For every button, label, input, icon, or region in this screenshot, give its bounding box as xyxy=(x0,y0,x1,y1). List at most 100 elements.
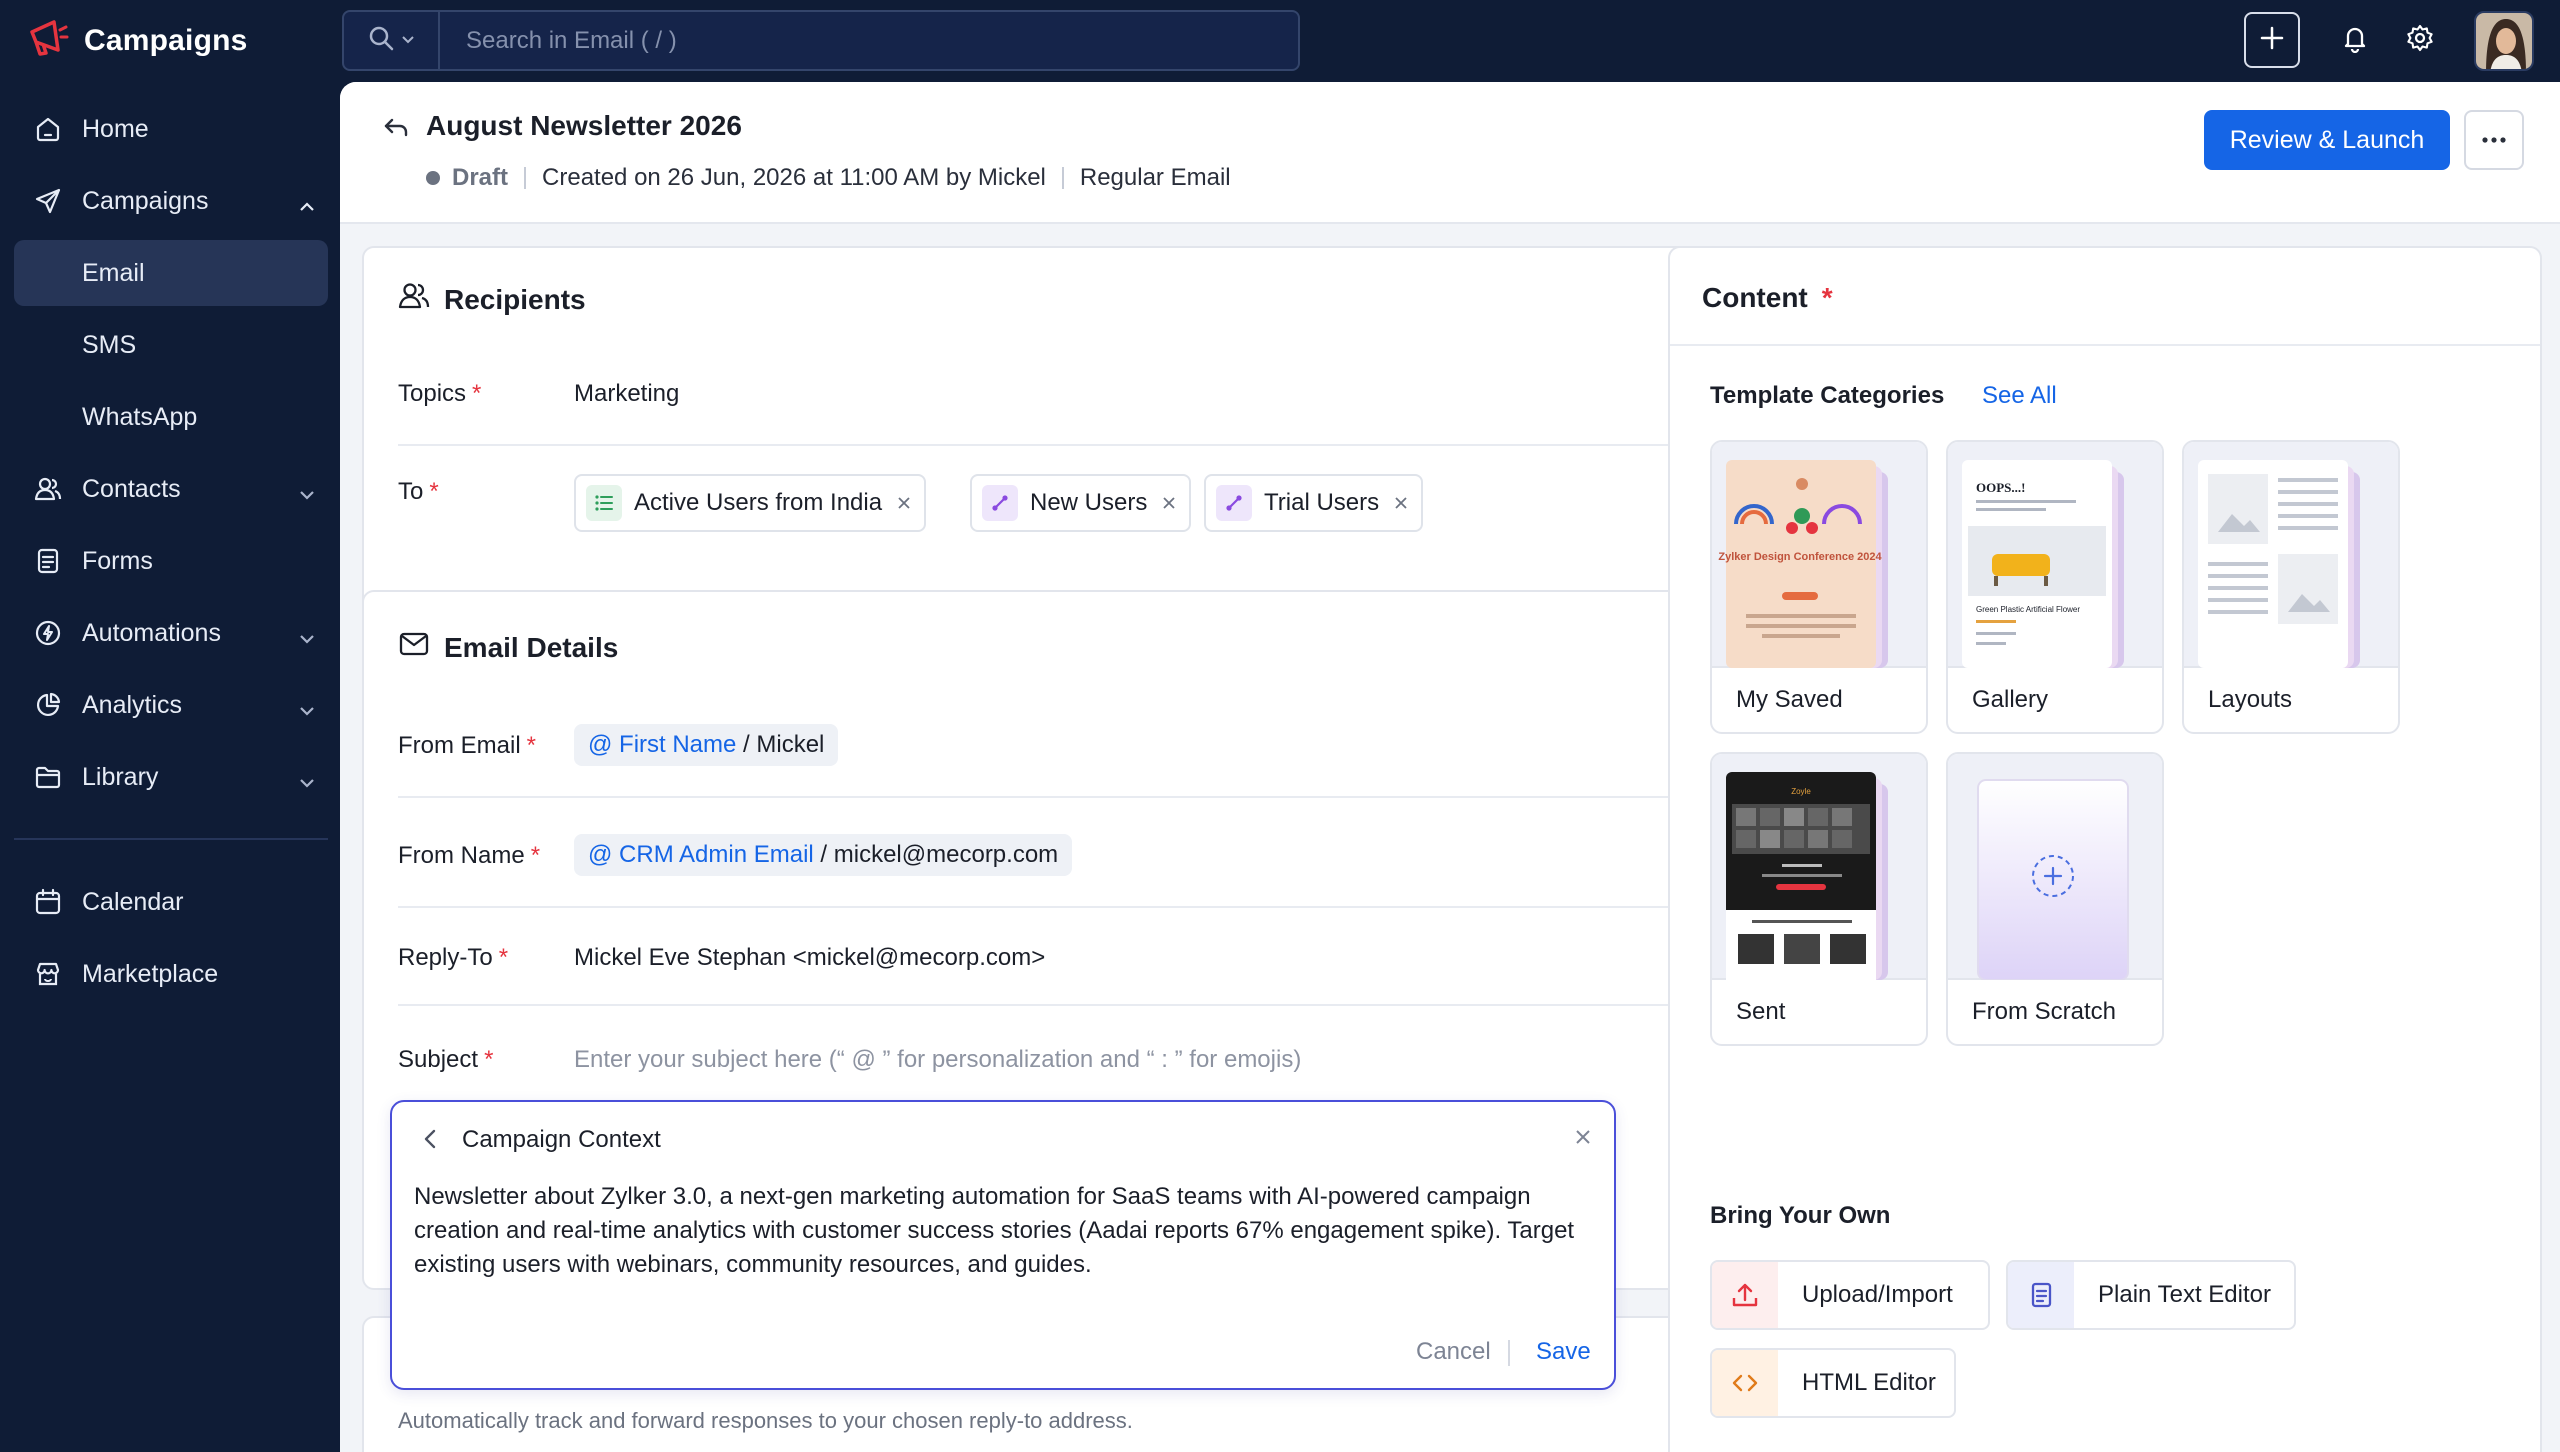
template-thumbnail xyxy=(2184,442,2398,668)
user-avatar[interactable] xyxy=(2474,11,2534,71)
sidebar-item-sms[interactable]: SMS xyxy=(14,312,328,378)
sidebar-divider xyxy=(14,838,328,840)
search-input[interactable] xyxy=(440,12,1298,69)
campaign-context-textarea[interactable]: Newsletter about Zylker 3.0, a next-gen … xyxy=(414,1180,1594,1282)
from-name-label: From Name * xyxy=(398,842,540,870)
sidebar-item-home[interactable]: Home xyxy=(14,96,328,162)
template-label: Sent xyxy=(1736,998,1786,1025)
recipient-chip[interactable]: New Users xyxy=(970,474,1192,532)
subject-input[interactable]: Enter your subject here (“ @ ” for perso… xyxy=(574,1046,1301,1074)
search-scope-dropdown[interactable] xyxy=(344,12,440,69)
required-asterisk: * xyxy=(530,842,541,869)
search-bar xyxy=(342,10,1300,71)
segment-link-icon xyxy=(982,485,1018,521)
recipient-chip-label: Trial Users xyxy=(1264,489,1380,516)
close-icon[interactable] xyxy=(1393,495,1409,511)
sidebar-item-label: Calendar xyxy=(82,887,184,916)
required-asterisk: * xyxy=(1821,282,1833,313)
back-arrow-icon[interactable] xyxy=(380,112,412,149)
create-button[interactable] xyxy=(2244,12,2300,68)
to-label-text: To xyxy=(398,478,424,505)
code-brackets-icon xyxy=(1712,1350,1778,1416)
chevron-up-icon xyxy=(298,191,316,220)
sidebar-item-label: Automations xyxy=(82,618,221,647)
required-asterisk: * xyxy=(429,478,439,505)
sidebar-item-marketplace[interactable]: Marketplace xyxy=(14,941,328,1007)
page-header: August Newsletter 2026 Draft Created on … xyxy=(340,82,2560,224)
chevron-left-icon[interactable] xyxy=(422,1128,438,1155)
sidebar-item-contacts[interactable]: Contacts xyxy=(14,456,328,522)
cancel-button[interactable]: Cancel xyxy=(1416,1338,1491,1366)
chevron-down-icon xyxy=(298,695,316,724)
status-badge: Draft xyxy=(452,164,509,191)
brand[interactable]: Campaigns xyxy=(26,16,248,65)
content-divider xyxy=(1670,344,2540,346)
required-asterisk: * xyxy=(526,732,537,759)
from-email-label-text: From Email xyxy=(398,732,521,759)
store-icon xyxy=(30,960,66,988)
sidebar-item-forms[interactable]: Forms xyxy=(14,528,328,594)
mail-icon xyxy=(398,628,430,667)
save-button[interactable]: Save xyxy=(1536,1338,1591,1366)
thumb-text: Zoyle xyxy=(1791,787,1811,796)
close-icon[interactable] xyxy=(896,495,912,511)
template-thumbnail xyxy=(1948,754,2162,980)
notifications-button[interactable] xyxy=(2327,12,2383,68)
required-asterisk: * xyxy=(498,944,509,971)
bell-icon xyxy=(2340,23,2370,58)
template-label: Layouts xyxy=(2208,686,2293,713)
close-icon[interactable] xyxy=(1161,495,1177,511)
from-name-field[interactable]: @ CRM Admin Email / mickel@mecorp.com xyxy=(574,834,1073,876)
from-name-label-text: From Name xyxy=(398,842,525,869)
reply-to-value[interactable]: Mickel Eve Stephan <mickel@mecorp.com> xyxy=(574,944,1045,972)
topics-value[interactable]: Marketing xyxy=(574,380,679,408)
sidebar-item-label: Email xyxy=(82,258,145,287)
brand-name: Campaigns xyxy=(84,23,248,57)
review-launch-button[interactable]: Review & Launch xyxy=(2204,110,2450,170)
template-gallery[interactable]: OOPS...! Green Plastic Artificial Flower… xyxy=(1946,440,2164,734)
automation-bolt-icon xyxy=(30,619,66,647)
template-sent[interactable]: Zoyle Sent xyxy=(1710,752,1928,1046)
sidebar-item-campaigns[interactable]: Campaigns xyxy=(14,168,328,234)
campaign-type: Regular Email xyxy=(1079,164,1231,191)
byo-label: Upload/Import xyxy=(1802,1281,1953,1308)
users-icon xyxy=(398,280,430,319)
sidebar-item-label: WhatsApp xyxy=(82,402,198,431)
upload-import-button[interactable]: Upload/Import xyxy=(1710,1260,1990,1330)
html-editor-button[interactable]: HTML Editor xyxy=(1710,1348,1956,1418)
more-options-button[interactable] xyxy=(2464,110,2524,170)
template-my-saved[interactable]: Zylker Design Conference 2024 My Saved xyxy=(1710,440,1928,734)
recipient-chip[interactable]: Trial Users xyxy=(1204,474,1424,532)
template-from-scratch[interactable]: From Scratch xyxy=(1946,752,2164,1046)
sidebar-item-calendar[interactable]: Calendar xyxy=(14,869,328,935)
thumb-text: Zylker Design Conference 2024 xyxy=(1718,551,1882,563)
settings-button[interactable] xyxy=(2392,12,2448,68)
recipient-chip[interactable]: Active Users from India xyxy=(574,474,927,532)
plain-text-editor-button[interactable]: Plain Text Editor xyxy=(2006,1260,2296,1330)
sidebar-item-label: SMS xyxy=(82,330,137,359)
close-icon[interactable] xyxy=(1574,1128,1592,1151)
from-email-field[interactable]: @ First Name / Mickel xyxy=(574,724,839,766)
meta-divider xyxy=(524,167,527,189)
sidebar-item-label: Home xyxy=(82,114,149,143)
template-layouts[interactable]: Layouts xyxy=(2182,440,2400,734)
personalization-tag: @ First Name xyxy=(588,731,737,758)
email-details-heading: Email Details xyxy=(398,628,618,667)
from-email-label: From Email * xyxy=(398,732,536,760)
sidebar-item-library[interactable]: Library xyxy=(14,744,328,810)
contacts-icon xyxy=(30,475,66,503)
sidebar-item-label: Campaigns xyxy=(82,186,209,215)
sidebar-item-analytics[interactable]: Analytics xyxy=(14,672,328,738)
campaign-context-popover: Campaign Context Newsletter about Zylker… xyxy=(390,1100,1616,1390)
personalization-tag: @ CRM Admin Email xyxy=(588,841,814,868)
required-asterisk: * xyxy=(472,380,482,407)
recipients-title: Recipients xyxy=(444,283,586,315)
template-thumbnail: Zylker Design Conference 2024 xyxy=(1712,442,1926,668)
sidebar-item-email[interactable]: Email xyxy=(14,240,328,306)
sidebar-item-whatsapp[interactable]: WhatsApp xyxy=(14,384,328,450)
sidebar: Home Campaigns Email SMS WhatsApp Contac… xyxy=(0,82,340,1452)
sidebar-item-automations[interactable]: Automations xyxy=(14,600,328,666)
recipient-chip-label: Active Users from India xyxy=(634,489,883,516)
see-all-link[interactable]: See All xyxy=(1982,382,2057,410)
list-icon xyxy=(586,485,622,521)
